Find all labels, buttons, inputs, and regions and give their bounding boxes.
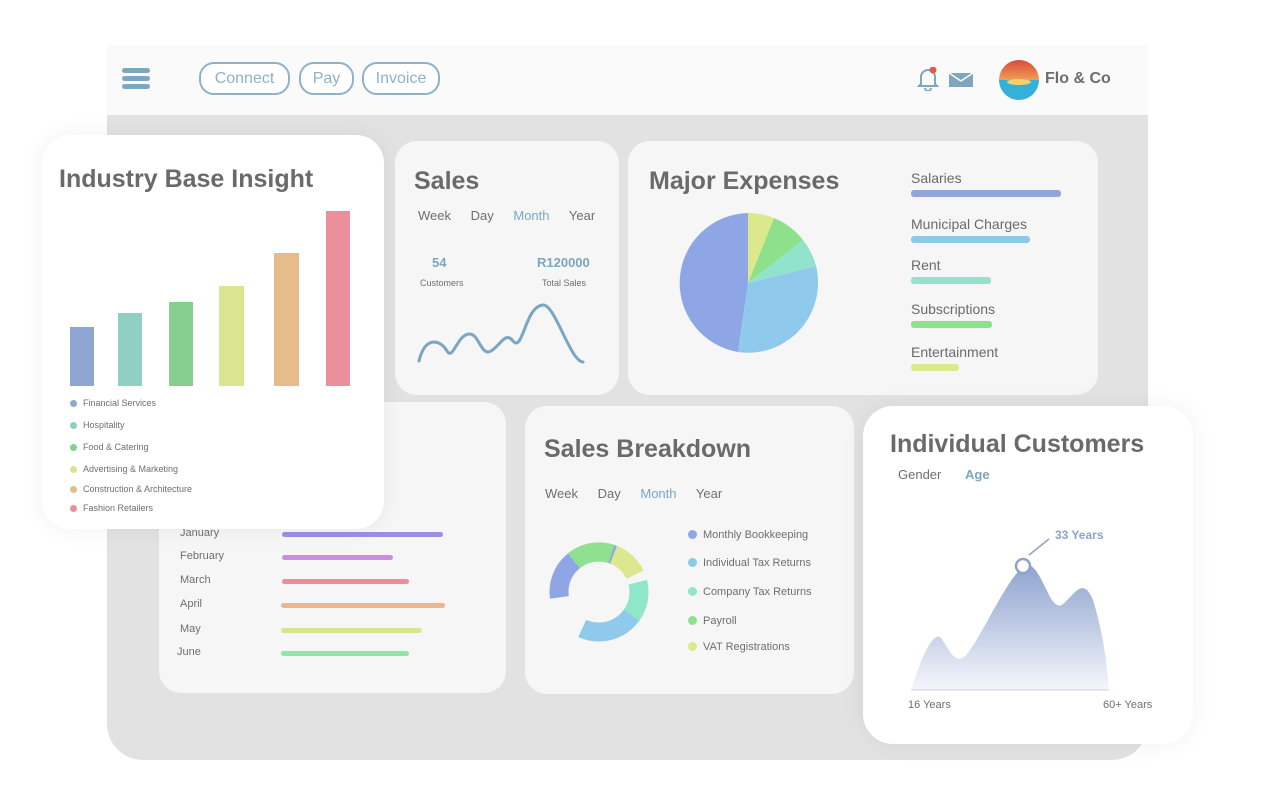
expense-label: Salaries xyxy=(911,170,962,186)
legend-label: Monthly Bookkeeping xyxy=(703,529,809,541)
expense-bar xyxy=(911,190,1061,197)
legend-label: Advertising & Marketing xyxy=(83,464,179,474)
legend-label: Fashion Retailers xyxy=(83,503,154,513)
breakdown-card: Sales Breakdown Week Day Month Year Mont… xyxy=(525,406,854,694)
breakdown-legend-item: Company Tax Returns xyxy=(688,586,812,598)
legend-dot xyxy=(688,587,697,596)
industry-legend-item: Financial Services xyxy=(70,398,156,408)
legend-label: Food & Catering xyxy=(83,442,149,452)
industry-legend-item: Fashion Retailers xyxy=(70,503,153,513)
connect-button[interactable]: Connect xyxy=(199,62,290,95)
mail-icon[interactable] xyxy=(948,72,974,88)
expense-label: Municipal Charges xyxy=(911,216,1027,232)
customers-card: Individual Customers Gender Age 33 Years… xyxy=(863,406,1193,744)
industry-bar xyxy=(118,313,142,386)
month-bar xyxy=(281,651,409,656)
legend-label: Individual Tax Returns xyxy=(703,557,812,569)
legend-dot xyxy=(688,642,697,651)
legend-dot xyxy=(688,558,697,567)
expenses-card: Major Expenses Salaries Municipal Charges… xyxy=(628,141,1098,395)
month-bar xyxy=(282,579,409,584)
month-label: February xyxy=(180,550,225,562)
expense-bar xyxy=(911,236,1030,243)
expense-bar xyxy=(911,364,959,371)
month-bar xyxy=(281,628,422,633)
month-label: June xyxy=(177,646,201,658)
legend-label: Construction & Architecture xyxy=(83,484,193,494)
breakdown-legend-item: Individual Tax Returns xyxy=(688,557,811,569)
industry-bar xyxy=(169,302,193,386)
legend-label: VAT Registrations xyxy=(703,641,790,653)
month-bar xyxy=(282,532,443,537)
x-axis-end: 60+ Years xyxy=(1103,699,1153,711)
avatar[interactable] xyxy=(999,60,1039,100)
legend-dot xyxy=(70,505,77,512)
legend-dot xyxy=(70,486,77,493)
peak-label: 33 Years xyxy=(1055,528,1104,542)
industry-bar xyxy=(274,253,299,386)
month-label: May xyxy=(180,623,201,635)
legend-label: Payroll xyxy=(703,615,737,627)
legend-label: Financial Services xyxy=(83,398,157,408)
industry-card: Industry Base Insight Financial Services… xyxy=(42,135,384,529)
x-axis-start: 16 Years xyxy=(908,699,951,711)
industry-legend-item: Construction & Architecture xyxy=(70,484,192,494)
expense-label: Rent xyxy=(911,257,941,273)
legend-label: Hospitality xyxy=(83,420,125,430)
month-bar xyxy=(282,555,393,560)
industry-legend-item: Food & Catering xyxy=(70,442,149,452)
breakdown-legend-item: Monthly Bookkeeping xyxy=(688,529,808,541)
age-chart xyxy=(911,538,1109,691)
month-bar xyxy=(281,603,445,608)
breakdown-legend-item: Payroll xyxy=(688,615,737,627)
bell-icon[interactable] xyxy=(917,67,939,91)
pay-button[interactable]: Pay xyxy=(299,62,354,95)
industry-legend-item: Advertising & Marketing xyxy=(70,464,178,474)
month-label: March xyxy=(180,574,211,586)
pie-slice-salaries xyxy=(679,213,748,352)
industry-legend-item: Hospitality xyxy=(70,420,125,430)
expense-label: Entertainment xyxy=(911,344,999,360)
peak-marker xyxy=(1014,557,1032,575)
expense-label: Subscriptions xyxy=(911,301,996,317)
sales-card: Sales Week Day Month Year 54 Customers R… xyxy=(395,141,619,395)
industry-bar xyxy=(70,327,94,386)
legend-dot xyxy=(70,444,77,451)
industry-bar xyxy=(219,286,244,386)
expenses-pie xyxy=(679,213,819,353)
legend-dot xyxy=(70,422,77,429)
legend-dot xyxy=(70,400,77,407)
sales-trend-line xyxy=(417,303,585,364)
legend-dot xyxy=(688,530,697,539)
legend-dot xyxy=(70,466,77,473)
menu-icon[interactable] xyxy=(122,68,150,90)
expense-bar xyxy=(911,277,991,284)
industry-bar xyxy=(326,211,350,386)
invoice-button[interactable]: Invoice xyxy=(362,62,440,95)
breakdown-legend-item: VAT Registrations xyxy=(688,641,790,653)
expense-bar xyxy=(911,321,992,328)
legend-label: Company Tax Returns xyxy=(703,586,812,598)
month-label: April xyxy=(180,598,203,610)
brand-name: Flo & Co xyxy=(1045,70,1111,87)
legend-dot xyxy=(688,616,697,625)
